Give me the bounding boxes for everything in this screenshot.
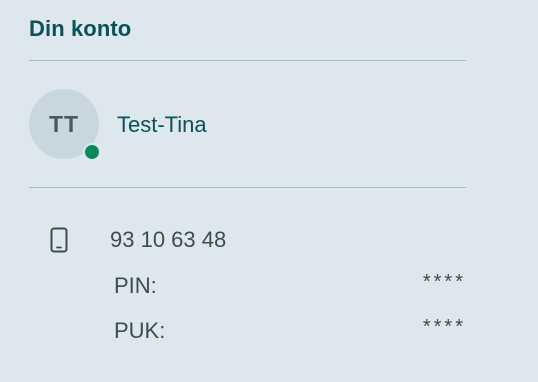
divider-top bbox=[29, 60, 466, 61]
user-name: Test-Tina bbox=[117, 112, 207, 137]
puk-label: PUK: bbox=[114, 318, 166, 343]
mobile-phone-icon bbox=[50, 227, 68, 253]
online-status-indicator bbox=[83, 143, 101, 161]
puk-value: **** bbox=[422, 316, 466, 338]
account-title: Din konto bbox=[29, 16, 132, 41]
pin-label: PIN: bbox=[114, 273, 157, 298]
pin-value: **** bbox=[422, 271, 466, 293]
avatar-initials: TT bbox=[48, 110, 80, 137]
divider-bottom bbox=[29, 187, 466, 188]
phone-number: 93 10 63 48 bbox=[110, 227, 227, 252]
